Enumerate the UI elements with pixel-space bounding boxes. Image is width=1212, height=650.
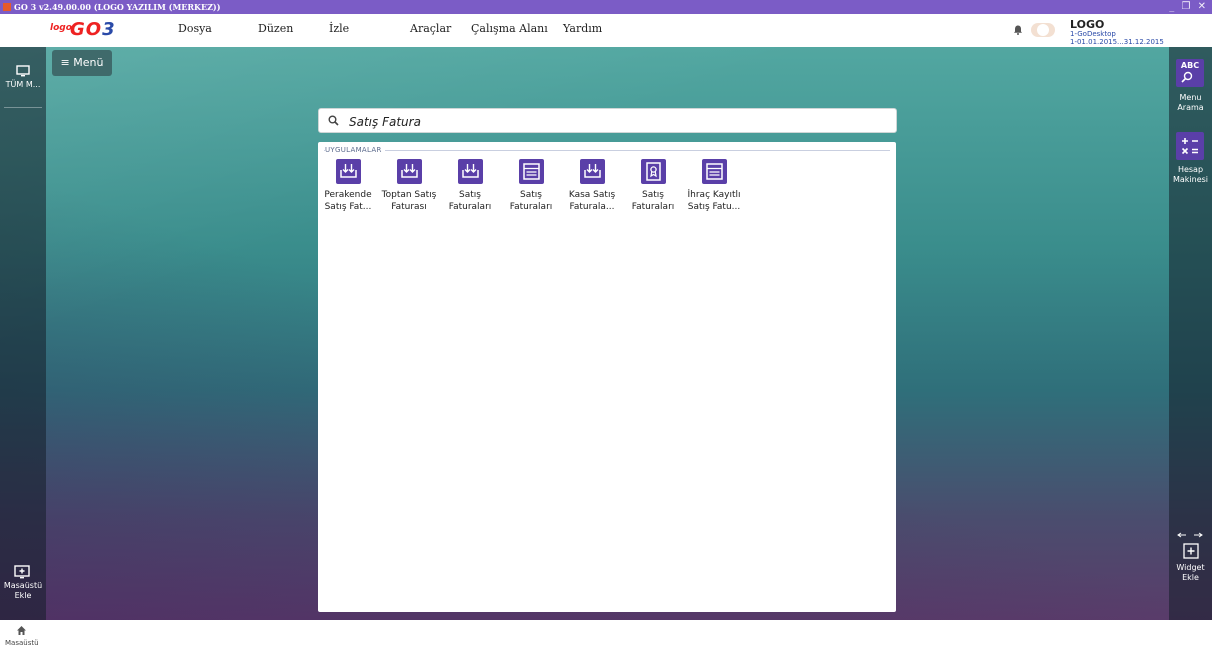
menu-bar: logo GO3 Dosya Düzen İzle Araçlar Çalışm… [0, 14, 1212, 47]
home-icon[interactable] [16, 625, 27, 636]
search-input[interactable] [347, 112, 891, 132]
rail-divider [4, 107, 42, 108]
search-icon [328, 115, 339, 126]
menu-search-icon[interactable]: ABC [1176, 59, 1204, 87]
menu-search-label[interactable]: Menu Arama [1169, 93, 1212, 113]
bell-icon[interactable] [1013, 25, 1023, 35]
app-result-satis-faturalari[interactable]: Satış Faturaları [440, 159, 500, 213]
app-result-kasa-satis-faturalari[interactable]: Kasa Satış Faturala... [562, 159, 622, 213]
app-result-satis-faturalari-list[interactable]: Satış Faturaları [501, 159, 561, 213]
search-results-panel: UYGULAMALAR Perakende Satış Fat... Toptan… [318, 142, 896, 612]
app-result-satis-faturalari-cert[interactable]: Satış Faturaları [623, 159, 683, 213]
menu-duzen[interactable]: Düzen [258, 22, 293, 35]
menu-izle[interactable]: İzle [329, 22, 349, 35]
window-title: GO 3 v2.49.00.00 (LOGO YAZILIM (MERKEZ)) [14, 2, 221, 12]
desktop-tab-label[interactable]: Masaüstü [5, 639, 39, 647]
add-widget-label[interactable]: Widget Ekle [1169, 563, 1212, 583]
title-bar: GO 3 v2.49.00.00 (LOGO YAZILIM (MERKEZ))… [0, 0, 1212, 14]
all-menu-label[interactable]: TÜM M... [0, 80, 46, 90]
menu-araclar[interactable]: Araçlar [410, 22, 451, 35]
monitor-icon[interactable] [16, 65, 30, 77]
search-box [318, 108, 897, 133]
theme-toggle[interactable] [1031, 23, 1055, 37]
add-desktop-label[interactable]: Masaüstü Ekle [0, 581, 46, 601]
add-desktop-icon[interactable] [14, 565, 30, 579]
menu-calisma-alani[interactable]: Çalışma Alanı [471, 22, 548, 35]
add-widget-icon[interactable] [1183, 543, 1199, 559]
certificate-icon [640, 159, 666, 184]
download-tray-icon [396, 159, 422, 184]
widget-collapse-icon[interactable] [1177, 532, 1203, 538]
menu-button[interactable]: ≡ Menü [52, 50, 112, 76]
app-result-toptan-satis-faturasi[interactable]: Toptan Satış Faturası [379, 159, 439, 213]
window-controls[interactable]: _ ❐ ✕ [1169, 0, 1208, 14]
window-list-icon [518, 159, 544, 184]
app-icon [3, 3, 11, 11]
desktop-area: TÜM M... Masaüstü Ekle ≡ Menü UYGULAMALA… [0, 47, 1212, 620]
user-company-period: 1-GoDesktop 1-01.01.2015...31.12.2015 [1070, 30, 1164, 46]
calculator-label[interactable]: Hesap Makinesi [1169, 165, 1212, 185]
app-result-ihrac-kayitli-satis-faturasi[interactable]: İhraç Kayıtlı Satış Fatu... [684, 159, 744, 213]
calculator-icon[interactable] [1176, 132, 1204, 160]
menu-dosya[interactable]: Dosya [178, 22, 212, 35]
taskbar: Masaüstü [0, 620, 1212, 650]
download-tray-icon [335, 159, 361, 184]
download-tray-icon [579, 159, 605, 184]
download-tray-icon [457, 159, 483, 184]
left-rail: TÜM M... Masaüstü Ekle [0, 47, 46, 620]
window-list-icon [701, 159, 727, 184]
section-divider [324, 150, 890, 151]
right-rail: ABC Menu Arama Hesap Makinesi Widget Ekle [1169, 47, 1212, 620]
section-title: UYGULAMALAR [325, 146, 385, 154]
app-result-perakende-satis-faturasi[interactable]: Perakende Satış Fat... [318, 159, 378, 213]
menu-yardim[interactable]: Yardım [563, 22, 602, 35]
